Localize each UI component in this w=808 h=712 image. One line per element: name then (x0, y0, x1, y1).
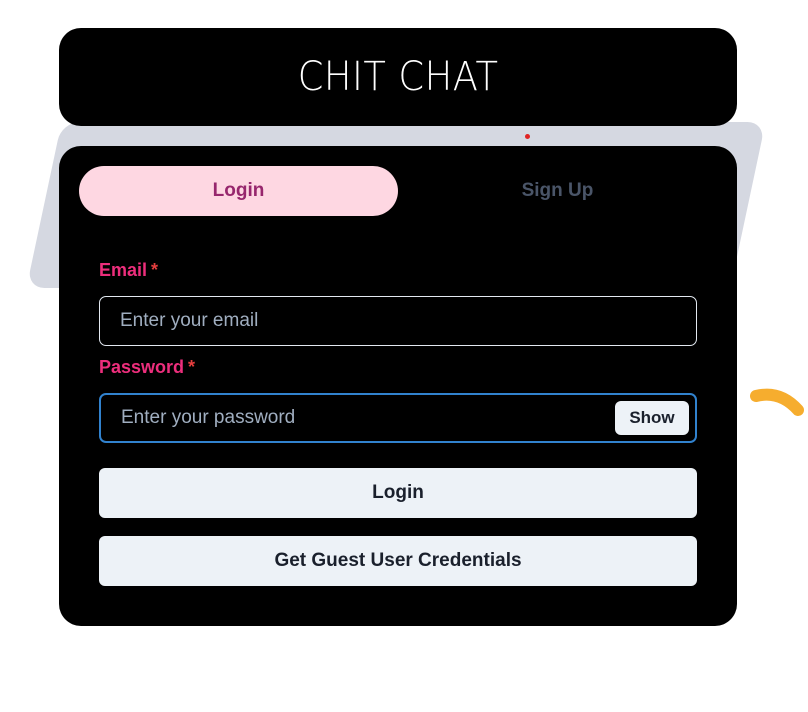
email-field-box (99, 296, 697, 346)
email-label: Email * (99, 260, 158, 281)
password-label-text: Password (99, 357, 185, 377)
app-header: CHIT CHAT (59, 28, 737, 126)
auth-tabs: Login Sign Up (79, 166, 717, 216)
show-password-button[interactable]: Show (615, 401, 689, 435)
auth-card: Login Sign Up Email* Password* Show Logi… (59, 146, 737, 626)
background-arc (750, 388, 804, 416)
tab-login[interactable]: Login (79, 166, 398, 216)
email-required-marker: * (151, 260, 159, 280)
background-dot (525, 134, 530, 139)
login-button[interactable]: Login (99, 468, 697, 518)
email-input[interactable] (120, 297, 580, 345)
password-field-box: Show (99, 393, 697, 443)
password-required-marker: * (188, 357, 196, 377)
password-input[interactable] (121, 395, 581, 441)
app-title: CHIT CHAT (297, 54, 499, 100)
password-label: Password * (99, 357, 195, 378)
guest-credentials-button[interactable]: Get Guest User Credentials (99, 536, 697, 586)
email-label-text: Email (99, 260, 148, 280)
tab-sign-up[interactable]: Sign Up (398, 166, 717, 216)
